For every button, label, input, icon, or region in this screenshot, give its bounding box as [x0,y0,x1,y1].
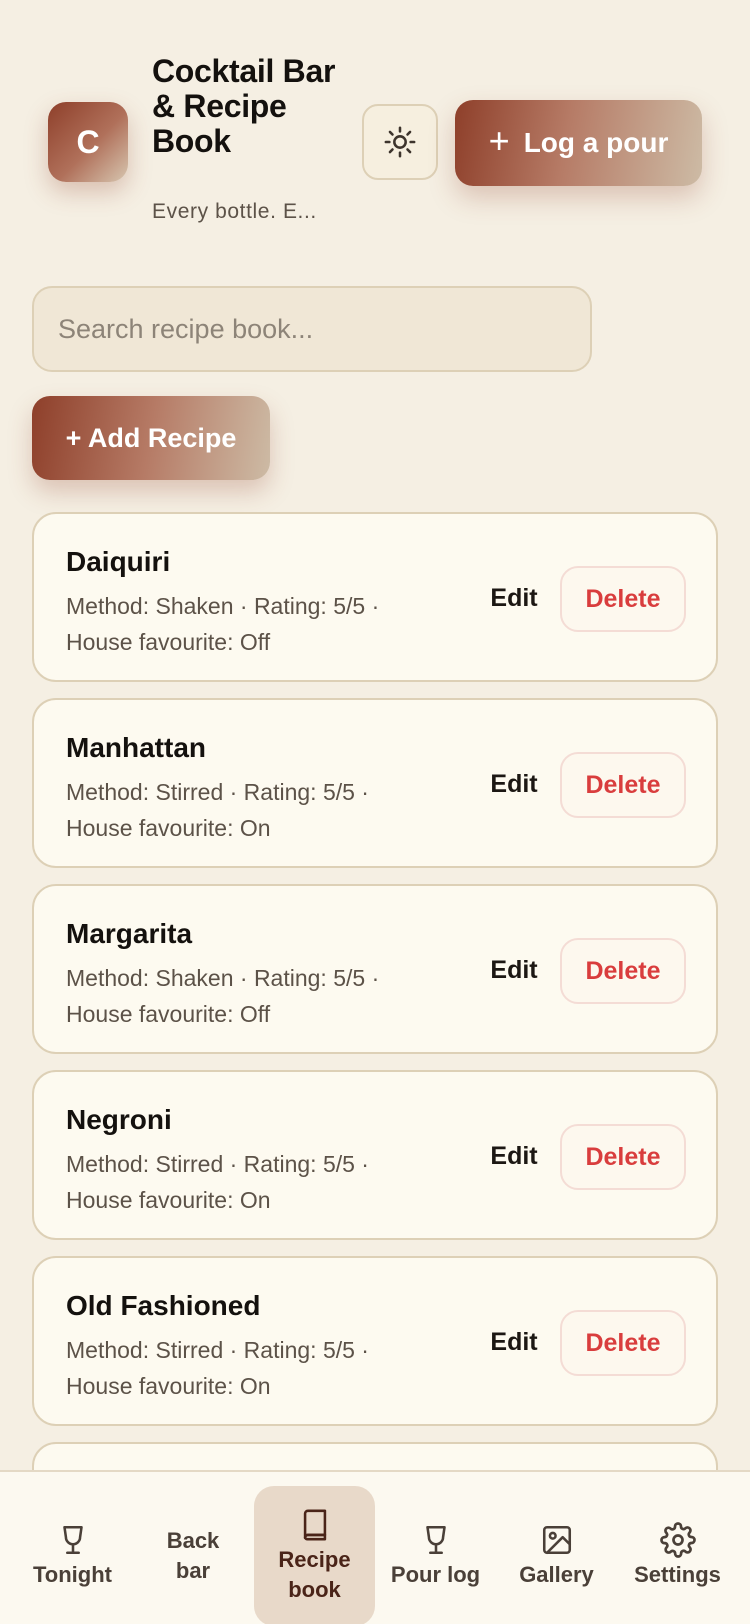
edit-button[interactable]: Edit [478,762,550,806]
theme-toggle-button[interactable] [362,104,438,180]
book-icon [303,1509,326,1541]
glass-icon [425,1525,446,1555]
edit-button[interactable]: Edit [478,1320,550,1364]
search-field[interactable] [32,286,592,372]
nav-item-back-bar[interactable]: Back bar [133,1486,253,1624]
recipe-name: Old Fashioned [66,1290,261,1321]
image-icon [542,1525,571,1555]
edit-button[interactable]: Edit [478,1134,550,1178]
recipe-meta: Method: Shaken · Rating: 5/5 · House fav… [66,593,380,655]
nav-item-settings[interactable]: Settings [617,1486,738,1624]
nav-label: Gallery [519,1562,594,1587]
search-input[interactable] [58,313,590,345]
glass-icon [62,1525,83,1555]
recipe-name: Margarita [66,918,193,949]
recipe-card: Negroni Method: Stirred · Rating: 5/5 · … [32,1070,718,1240]
edit-button[interactable]: Edit [478,576,550,620]
app-title: Cocktail Bar & Recipe Book [152,53,336,159]
sun-icon [384,126,416,158]
log-pour-button[interactable]: + Log a pour [455,100,702,186]
nav-label: Tonight [33,1562,112,1587]
plus-icon: + [488,120,510,161]
app-avatar: C [48,102,128,182]
log-pour-label: Log a pour [523,127,669,158]
recipe-meta: Method: Stirred · Rating: 5/5 · House fa… [66,1337,369,1399]
app-subtitle: Every bottle. E... [152,200,317,223]
recipe-card: Old Fashioned Method: Stirred · Rating: … [32,1256,718,1426]
nav-item-recipe-book[interactable]: Recipe book [254,1486,375,1624]
nav-item-tonight[interactable]: Tonight [12,1486,133,1624]
delete-button[interactable]: Delete [560,1124,686,1190]
delete-button[interactable]: Delete [560,752,686,818]
recipe-card: Manhattan Method: Stirred · Rating: 5/5 … [32,698,718,868]
recipe-meta: Method: Stirred · Rating: 5/5 · House fa… [66,1151,369,1213]
gear-icon [659,1522,696,1558]
nav-label: Settings [634,1562,721,1587]
recipe-meta: Method: Stirred · Rating: 5/5 · House fa… [66,779,369,841]
recipe-name: Daiquiri [66,546,171,577]
recipe-card: Daiquiri Method: Shaken · Rating: 5/5 · … [32,512,718,682]
nav-label: Pour log [390,1562,481,1587]
app-screen: C Cocktail Bar & Recipe Book Every bottl… [0,0,750,1624]
app-header: C Cocktail Bar & Recipe Book Every bottl… [0,0,750,250]
nav-item-pour-log[interactable]: Pour log [375,1486,496,1624]
recipe-meta: Method: Shaken · Rating: 5/5 · House fav… [66,965,380,1027]
nav-item-gallery[interactable]: Gallery [496,1486,617,1624]
add-recipe-button[interactable]: + Add Recipe [32,396,270,480]
nav-label: Recipe book [278,1547,351,1602]
delete-button[interactable]: Delete [560,938,686,1004]
recipe-name: Negroni [66,1104,172,1135]
delete-button[interactable]: Delete [560,1310,686,1376]
nav-label: Back bar [166,1528,220,1583]
bottom-nav: Tonight Back bar Recipe book Pour log Ga… [0,1470,750,1624]
recipe-list: Daiquiri Method: Shaken · Rating: 5/5 · … [32,512,718,1624]
recipe-card: Margarita Method: Shaken · Rating: 5/5 ·… [32,884,718,1054]
edit-button[interactable]: Edit [478,948,550,992]
delete-button[interactable]: Delete [560,566,686,632]
recipe-name: Manhattan [66,732,206,763]
